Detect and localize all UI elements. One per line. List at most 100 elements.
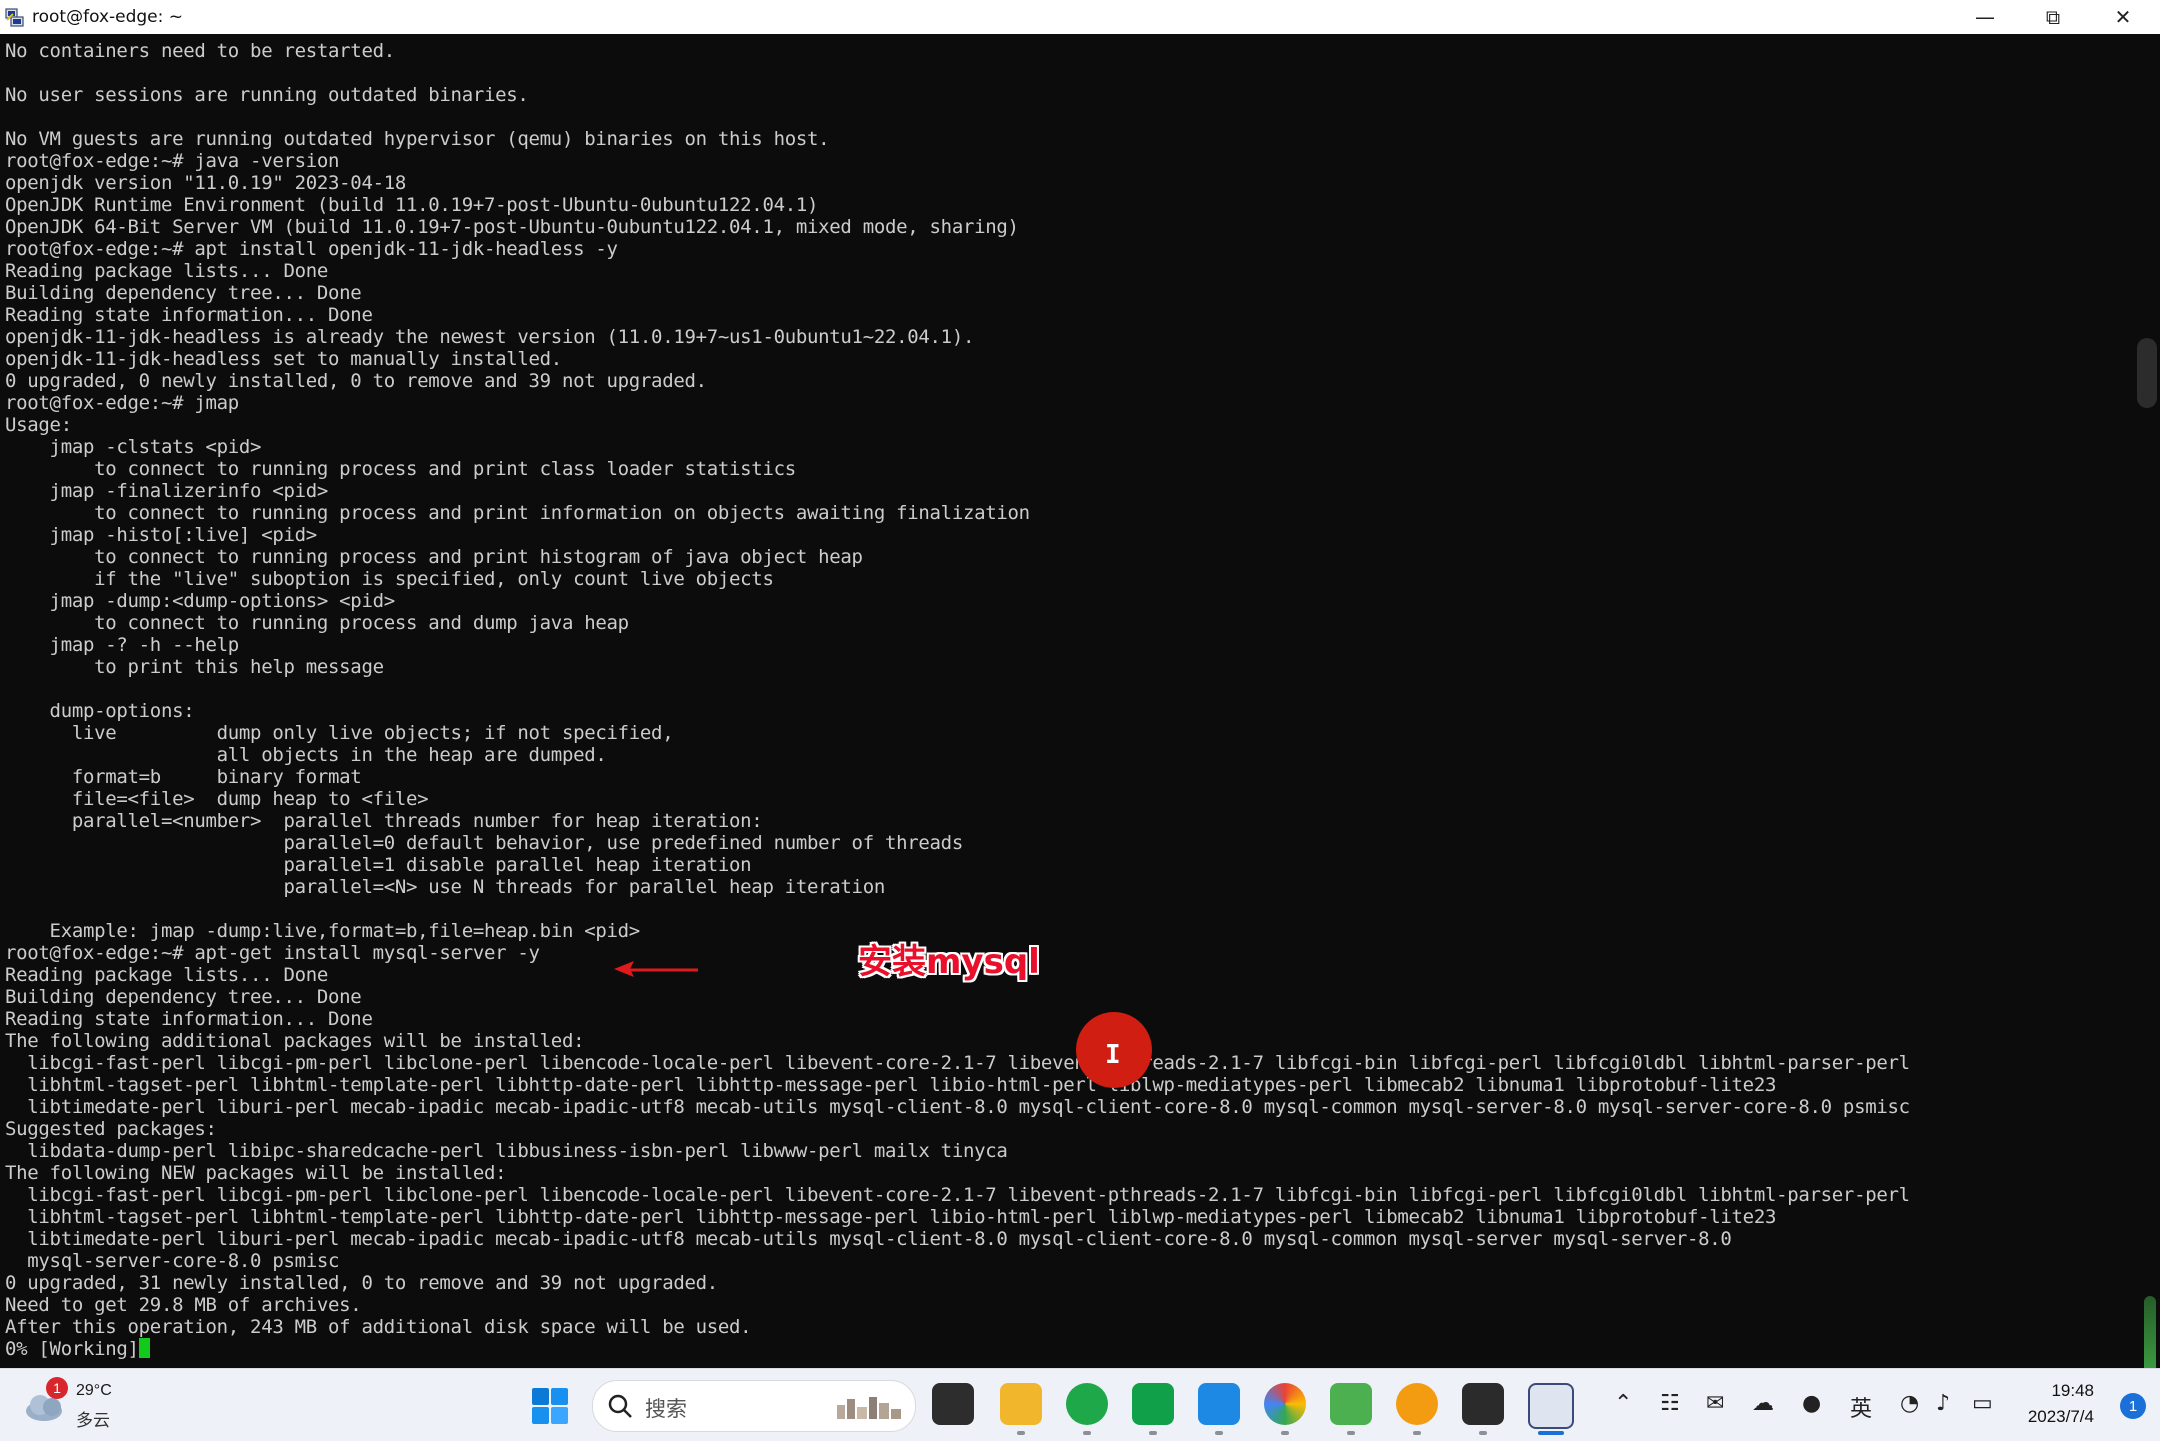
terminal-line: libdata-dump-perl libipc-sharedcache-per…: [5, 1140, 1008, 1162]
annotation-label: 安装mysql: [858, 942, 1040, 982]
taskbar-search-box[interactable]: 搜索: [592, 1380, 916, 1432]
search-highlight-icon: [837, 1397, 901, 1419]
terminal-line: libhtml-tagset-perl libhtml-template-per…: [5, 1206, 1777, 1228]
running-indicator: [1149, 1431, 1157, 1435]
terminal-line: to connect to running process and dump j…: [5, 612, 629, 634]
clock-time[interactable]: 19:48: [2051, 1381, 2094, 1401]
search-placeholder: 搜索: [645, 1397, 687, 1421]
weather-temperature[interactable]: 29°C: [76, 1382, 112, 1400]
terminal-line: libhtml-tagset-perl libhtml-template-per…: [5, 1074, 1777, 1096]
scrollbar-thumb[interactable]: [2137, 338, 2157, 408]
terminal-line: live dump only live objects; if not spec…: [5, 722, 674, 744]
terminal-line: to connect to running process and print …: [5, 458, 796, 480]
search-tool-icon[interactable]: [1396, 1383, 1438, 1425]
terminal-line: Suggested packages:: [5, 1118, 217, 1140]
running-indicator: [1413, 1431, 1421, 1435]
putty-taskbar-icon[interactable]: [1528, 1383, 1574, 1429]
notification-badge[interactable]: 1: [2120, 1393, 2146, 1419]
close-button[interactable]: ✕: [2088, 0, 2158, 34]
image-editor-icon[interactable]: [1330, 1383, 1372, 1425]
running-indicator: [1281, 1431, 1289, 1435]
terminal-line: The following NEW packages will be insta…: [5, 1162, 507, 1184]
sliders-icon[interactable]: ☷: [1660, 1391, 1680, 1416]
terminal-line: No containers need to be restarted.: [5, 40, 395, 62]
terminal-line: openjdk-11-jdk-headless is already the n…: [5, 326, 975, 348]
terminal-line: parallel=<N> use N threads for parallel …: [5, 876, 885, 898]
putty-icon: [5, 8, 24, 27]
terminal-line: jmap -clstats <pid>: [5, 436, 262, 458]
terminal-line: After this operation, 243 MB of addition…: [5, 1316, 752, 1338]
minimize-button[interactable]: —: [1950, 0, 2020, 34]
terminal-line: to print this help message: [5, 656, 384, 678]
terminal-line: openjdk-11-jdk-headless set to manually …: [5, 348, 562, 370]
window-titlebar[interactable]: root@fox-edge: ~ — ⧉ ✕: [0, 0, 2160, 34]
terminal-area[interactable]: No containers need to be restarted. No us…: [0, 34, 2134, 1368]
running-indicator: [1215, 1431, 1223, 1435]
running-indicator: [1017, 1431, 1025, 1435]
battery-icon[interactable]: ▭: [1972, 1391, 1993, 1416]
terminal-line: jmap -dump:<dump-options> <pid>: [5, 590, 396, 612]
terminal-line: all objects in the heap are dumped.: [5, 744, 607, 766]
minimize-icon: —: [1975, 5, 1995, 29]
terminal-line: root@fox-edge:~# apt install openjdk-11-…: [5, 238, 618, 260]
scrollbar[interactable]: [2134, 34, 2160, 1384]
weather-description[interactable]: 多云: [76, 1406, 110, 1431]
terminal-line: jmap -histo[:live] <pid>: [5, 524, 318, 546]
terminal-app-icon[interactable]: [1462, 1383, 1504, 1425]
terminal-line: jmap -finalizerinfo <pid>: [5, 480, 329, 502]
terminal-line: if the "live" suboption is specified, on…: [5, 568, 774, 590]
terminal-line: Building dependency tree... Done: [5, 986, 362, 1008]
terminal-line: 0 upgraded, 0 newly installed, 0 to remo…: [5, 370, 707, 392]
terminal-line: libcgi-fast-perl libcgi-pm-perl libclone…: [5, 1052, 1910, 1074]
terminal-line: OpenJDK 64-Bit Server VM (build 11.0.19+…: [5, 216, 1019, 238]
terminal-line: Usage:: [5, 414, 72, 436]
file-explorer-icon[interactable]: [1000, 1383, 1042, 1425]
terminal-line: 0 upgraded, 31 newly installed, 0 to rem…: [5, 1272, 718, 1294]
running-indicator: [1479, 1431, 1487, 1435]
running-indicator: [1347, 1431, 1355, 1435]
terminal-line: jmap -? -h --help: [5, 634, 240, 656]
red-arrow-icon: [614, 961, 698, 977]
terminal-line: libtimedate-perl liburi-perl mecab-ipadi…: [5, 1228, 1732, 1250]
terminal-line: parallel=1 disable parallel heap iterati…: [5, 854, 752, 876]
green-app-icon[interactable]: [1066, 1383, 1108, 1425]
restore-icon: ⧉: [2045, 5, 2061, 29]
terminal-line: Reading package lists... Done: [5, 260, 329, 282]
weather-badge: 1: [46, 1377, 68, 1399]
terminal-line: libcgi-fast-perl libcgi-pm-perl libclone…: [5, 1184, 1910, 1206]
terminal-cursor: [138, 1338, 150, 1358]
terminal-line: parallel=0 default behavior, use predefi…: [5, 832, 963, 854]
wifi-icon[interactable]: ◔: [1900, 1391, 1919, 1416]
terminal-line: to connect to running process and print …: [5, 502, 1030, 524]
terminal-progress-line: 0% [Working]: [5, 1338, 1910, 1360]
taskbar: 1 29°C 多云 搜索 ⌃ ☷ ✉ ☁ ● 英 ◔ ♪ ▭ 19:48 202…: [0, 1368, 2160, 1441]
terminal-line: libtimedate-perl liburi-perl mecab-ipadi…: [5, 1096, 1910, 1118]
terminal-line: Reading state information... Done: [5, 304, 373, 326]
terminal-line: format=b binary format: [5, 766, 362, 788]
chevron-up-icon[interactable]: ⌃: [1614, 1391, 1632, 1416]
chrome-icon[interactable]: [1264, 1383, 1306, 1425]
window-title: root@fox-edge: ~: [32, 7, 184, 27]
video-meeting-icon[interactable]: [1132, 1383, 1174, 1425]
clock-date[interactable]: 2023/7/4: [2028, 1407, 2094, 1427]
terminal-line: Need to get 29.8 MB of archives.: [5, 1294, 362, 1316]
close-icon: ✕: [2114, 5, 2132, 29]
microphone-icon[interactable]: ●: [1802, 1391, 1821, 1416]
cloud-icon[interactable]: ☁: [1752, 1391, 1774, 1416]
terminal-output: No containers need to be restarted. No us…: [5, 40, 1910, 1360]
task-view-icon[interactable]: [932, 1383, 974, 1425]
ime-indicator[interactable]: 英: [1850, 1391, 1872, 1423]
terminal-line: to connect to running process and print …: [5, 546, 863, 568]
restore-button[interactable]: ⧉: [2018, 0, 2088, 34]
text-cursor-icon: I: [1105, 1040, 1121, 1070]
terminal-line: parallel=<number> parallel threads numbe…: [5, 810, 763, 832]
search-icon: [608, 1394, 632, 1418]
volume-icon[interactable]: ♪: [1936, 1391, 1950, 1416]
mail-icon[interactable]: ✉: [1706, 1391, 1724, 1416]
remote-desktop-icon[interactable]: [1198, 1383, 1240, 1425]
windows-start-icon[interactable]: [531, 1387, 569, 1425]
